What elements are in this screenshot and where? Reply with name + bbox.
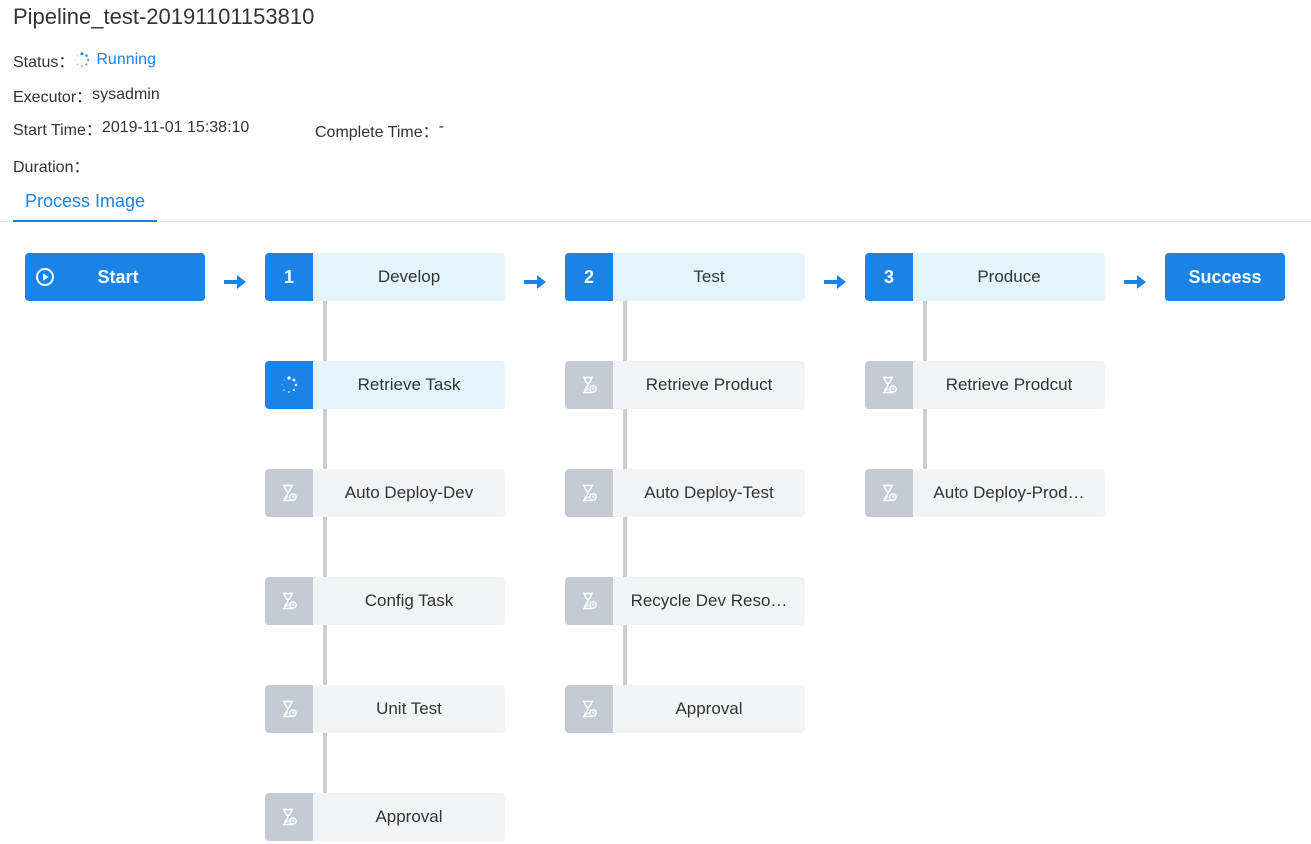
stage-name: Test [693,267,725,286]
task-name: Auto Deploy-Test [644,483,774,502]
task-name: Unit Test [376,699,442,718]
stage-number: 3 [865,253,913,301]
hourglass-icon [865,361,913,409]
success-node[interactable]: Success [1165,253,1285,301]
task-node[interactable]: Unit Test [265,685,505,733]
arrow-right-icon [1124,275,1146,289]
start-node[interactable]: Start [25,253,205,301]
start-label: Start [97,266,139,287]
arrow-right-icon [224,275,246,289]
hourglass-icon [565,577,613,625]
task-node[interactable]: Auto Deploy-Prod… [865,469,1105,517]
task-name: Auto Deploy-Dev [344,483,474,502]
pipeline-flow: Start Success 1 Develop Retrieve Task Auto … [0,0,1311,844]
arrow-right-icon [824,275,846,289]
hourglass-icon [265,469,313,517]
stage-number: 2 [565,253,613,301]
hourglass-icon [265,793,313,841]
task-name: Approval [675,699,743,718]
hourglass-icon [265,577,313,625]
hourglass-icon [565,685,613,733]
task-node[interactable]: Retrieve Prodcut [865,361,1105,409]
task-name: Recycle Dev Reso… [630,591,788,610]
task-node[interactable]: Config Task [265,577,505,625]
task-name: Retrieve Prodcut [945,375,1073,394]
hourglass-icon [565,469,613,517]
hourglass-icon [865,469,913,517]
stage-name: Develop [377,267,441,286]
task-node[interactable]: Approval [565,685,805,733]
task-node[interactable]: Recycle Dev Reso… [565,577,805,625]
stage-develop[interactable]: 1 Develop [265,253,505,301]
task-node[interactable]: Auto Deploy-Test [565,469,805,517]
play-icon [25,253,65,301]
task-node[interactable]: Approval [265,793,505,841]
task-name: Retrieve Task [357,375,461,394]
arrow-right-icon [524,275,546,289]
stage-test[interactable]: 2 Test [565,253,805,301]
task-name: Approval [375,807,443,826]
hourglass-icon [565,361,613,409]
task-name: Config Task [364,591,454,610]
task-node[interactable]: Retrieve Product [565,361,805,409]
task-name: Auto Deploy-Prod… [933,483,1085,502]
task-node[interactable]: Auto Deploy-Dev [265,469,505,517]
spinner-icon [265,361,313,409]
stage-produce[interactable]: 3 Produce [865,253,1105,301]
task-node[interactable]: Retrieve Task [265,361,505,409]
hourglass-icon [265,685,313,733]
task-name: Retrieve Product [645,375,773,394]
stage-name: Produce [977,267,1041,286]
stage-number: 1 [265,253,313,301]
success-label: Success [1188,266,1262,287]
